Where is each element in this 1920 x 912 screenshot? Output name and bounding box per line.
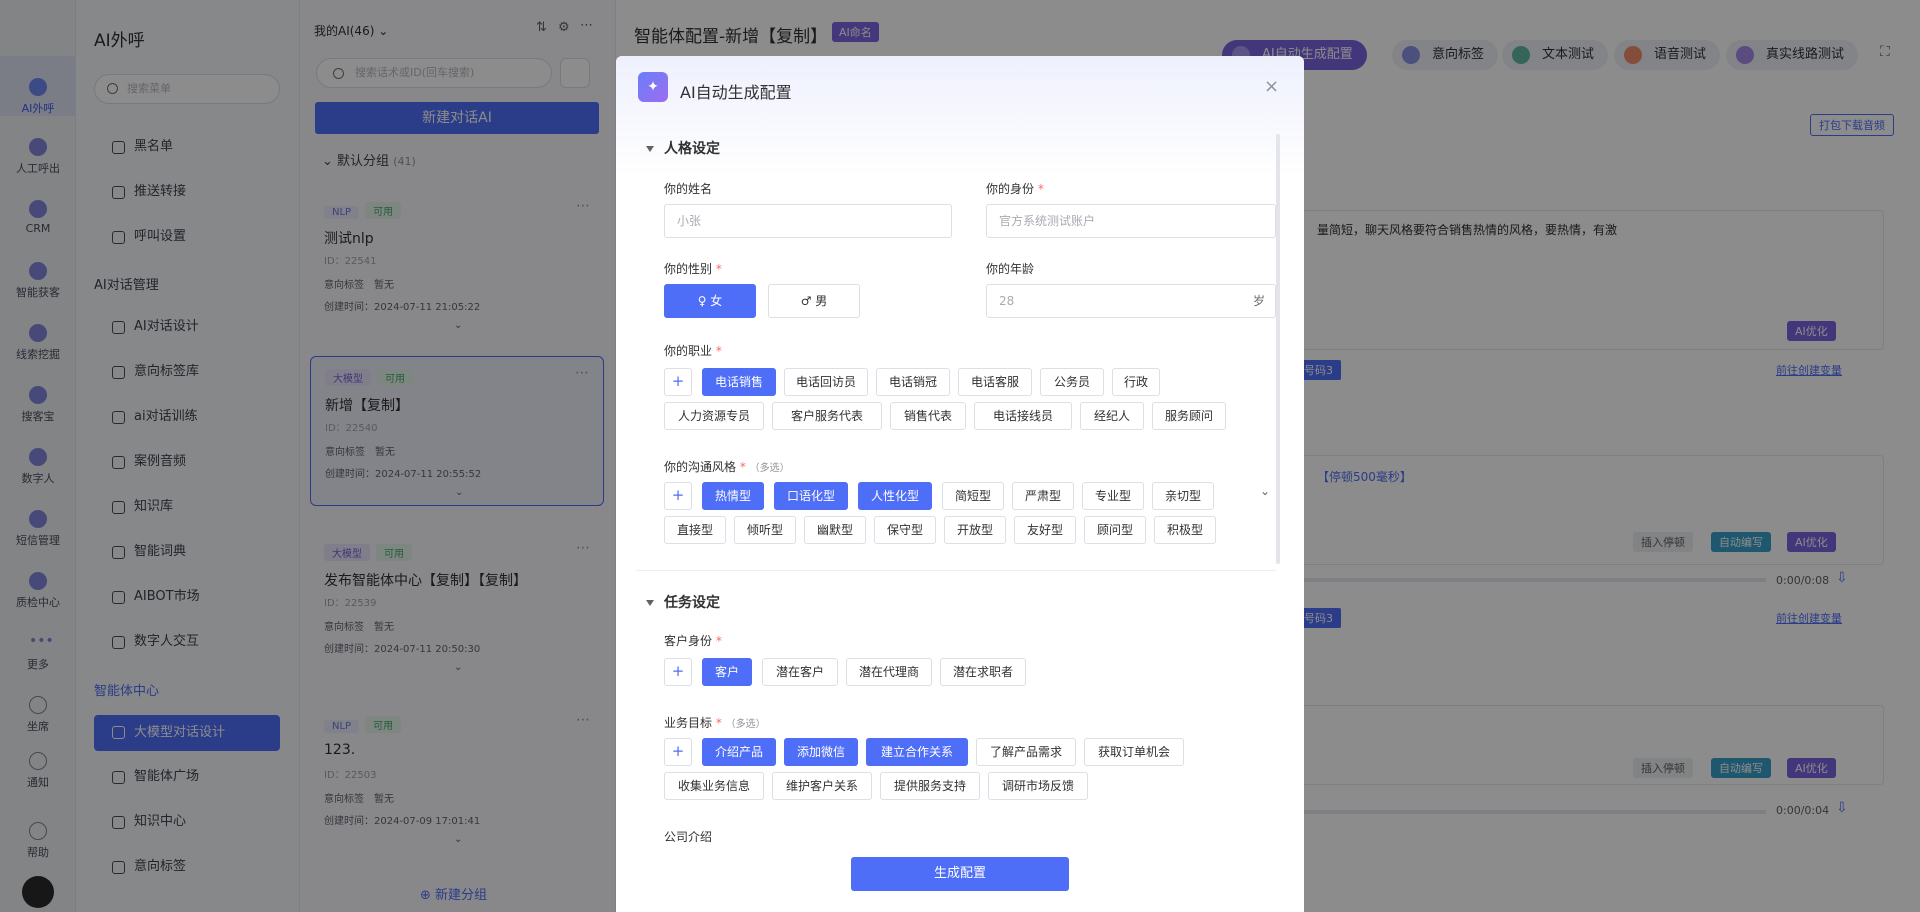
section-task[interactable]: 任务设定 [646, 592, 720, 612]
customer-chip[interactable]: 潜在求职者 [940, 658, 1026, 686]
customer-label: 客户身份 * [664, 634, 722, 648]
goal-chip[interactable]: 调研市场反馈 [988, 772, 1088, 800]
style-chip[interactable]: 亲切型 [1152, 482, 1214, 510]
section-persona[interactable]: 人格设定 [646, 138, 720, 158]
job-chip[interactable]: 服务顾问 [1152, 402, 1226, 430]
ai-auto-config-dialog: ✦ AI自动生成配置 × 人格设定 你的姓名 小张 你的身份 * 官方系统测试账… [616, 56, 1304, 912]
customer-chip[interactable]: 潜在客户 [762, 658, 838, 686]
style-chip[interactable]: 口语化型 [774, 482, 848, 510]
job-chip[interactable]: 电话销冠 [876, 368, 950, 396]
close-icon[interactable]: × [1264, 76, 1279, 97]
add-style-button[interactable]: + [664, 482, 692, 510]
style-chip[interactable]: 简短型 [942, 482, 1004, 510]
identity-input[interactable]: 官方系统测试账户 [986, 204, 1276, 238]
add-job-button[interactable]: + [664, 368, 692, 396]
job-chip[interactable]: 电话销售 [702, 368, 776, 396]
job-chip[interactable]: 电话回访员 [784, 368, 868, 396]
job-chip[interactable]: 电话客服 [958, 368, 1032, 396]
goal-label: 业务目标 * （多选） [664, 716, 766, 730]
age-input[interactable]: 28 岁 [986, 284, 1276, 318]
job-chip[interactable]: 公务员 [1040, 368, 1104, 396]
style-chip[interactable]: 热情型 [702, 482, 764, 510]
job-chip[interactable]: 客户服务代表 [772, 402, 882, 430]
goal-chip[interactable]: 介绍产品 [702, 738, 776, 766]
goal-chip[interactable]: 维护客户关系 [772, 772, 872, 800]
age-label: 你的年龄 [986, 262, 1035, 276]
chevron-down-icon[interactable]: ⌄ [1260, 484, 1270, 498]
add-goal-button[interactable]: + [664, 738, 692, 766]
name-input[interactable]: 小张 [664, 204, 952, 238]
scrollbar[interactable] [1276, 134, 1280, 564]
style-chip[interactable]: 人性化型 [858, 482, 932, 510]
dialog-header-bg [616, 56, 1304, 176]
gender-male-button[interactable]: ♂ 男 [768, 284, 860, 318]
goal-chip[interactable]: 获取订单机会 [1084, 738, 1184, 766]
goal-chip[interactable]: 提供服务支持 [880, 772, 980, 800]
style-chip[interactable]: 直接型 [664, 516, 726, 544]
goal-chip[interactable]: 添加微信 [784, 738, 858, 766]
style-label: 你的沟通风格 * （多选） [664, 460, 790, 474]
gender-female-button[interactable]: ♀ 女 [664, 284, 756, 318]
divider [636, 570, 1276, 571]
style-chip[interactable]: 保守型 [874, 516, 936, 544]
gender-label: 你的性别 * [664, 262, 722, 276]
style-chip[interactable]: 顾问型 [1084, 516, 1146, 544]
caret-down-icon [646, 146, 654, 152]
sparkle-icon: ✦ [638, 72, 668, 102]
style-chip[interactable]: 开放型 [944, 516, 1006, 544]
identity-label: 你的身份 * [986, 182, 1044, 196]
caret-down-icon [646, 600, 654, 606]
job-chip[interactable]: 销售代表 [890, 402, 966, 430]
style-chip[interactable]: 倾听型 [734, 516, 796, 544]
goal-chip[interactable]: 建立合作关系 [866, 738, 968, 766]
goal-chip[interactable]: 了解产品需求 [976, 738, 1076, 766]
job-chip[interactable]: 人力资源专员 [664, 402, 764, 430]
generate-config-button[interactable]: 生成配置 [851, 857, 1069, 891]
job-chip[interactable]: 行政 [1112, 368, 1160, 396]
job-chip[interactable]: 经纪人 [1080, 402, 1144, 430]
style-chip[interactable]: 积极型 [1154, 516, 1216, 544]
style-chip[interactable]: 友好型 [1014, 516, 1076, 544]
job-label: 你的职业 * [664, 344, 722, 358]
dialog-title: AI自动生成配置 [680, 83, 792, 102]
customer-chip[interactable]: 客户 [702, 658, 752, 686]
customer-chip[interactable]: 潜在代理商 [846, 658, 932, 686]
add-customer-button[interactable]: + [664, 658, 692, 686]
company-label: 公司介绍 [664, 830, 713, 844]
style-chip[interactable]: 专业型 [1082, 482, 1144, 510]
job-chip[interactable]: 电话接线员 [974, 402, 1072, 430]
goal-chip[interactable]: 收集业务信息 [664, 772, 764, 800]
name-label: 你的姓名 [664, 182, 713, 196]
style-chip[interactable]: 严肃型 [1012, 482, 1074, 510]
style-chip[interactable]: 幽默型 [804, 516, 866, 544]
